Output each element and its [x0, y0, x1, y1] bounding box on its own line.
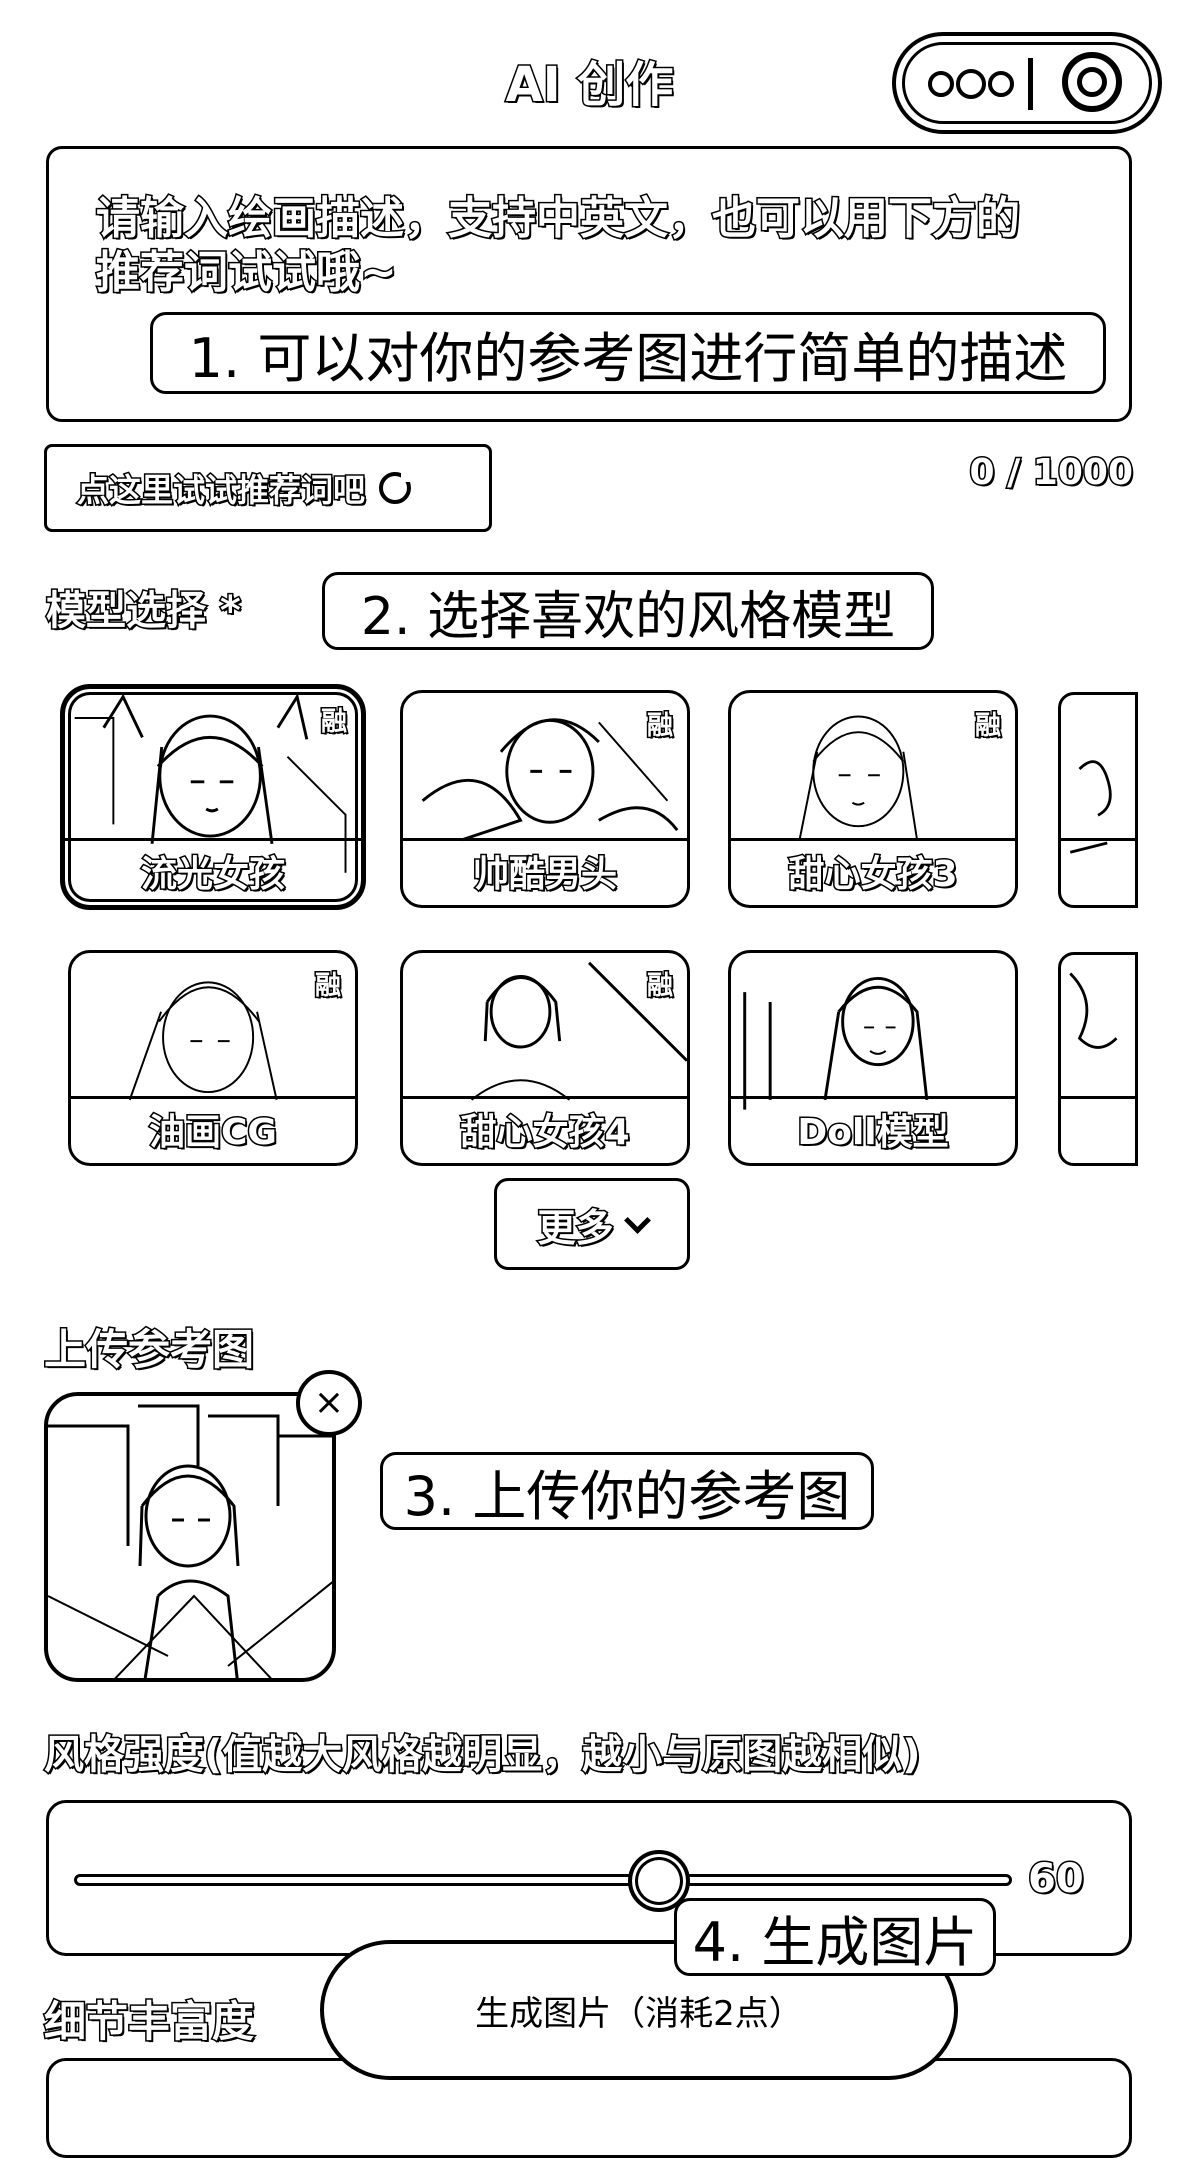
card-divider: [71, 1096, 355, 1099]
model-thumbnail: [1069, 972, 1118, 1049]
model-section-label: 模型选择 *: [45, 587, 243, 636]
card-divider: [731, 1096, 1015, 1099]
upload-section-label: 上传参考图: [42, 1324, 255, 1376]
detail-label: 细节丰富度: [42, 1996, 255, 2048]
model-card[interactable]: [1058, 952, 1138, 1166]
chevron-down-icon: [623, 1206, 651, 1234]
strength-label: 风格强度(值越大风格越明显，越小与原图越相似): [43, 1731, 923, 1780]
model-name: 甜心女孩4: [459, 1111, 631, 1155]
capsule-divider: [1028, 58, 1033, 110]
strength-value: 60: [1027, 1855, 1086, 1904]
fusion-badge: 融: [645, 710, 674, 743]
model-thumbnail: [1069, 760, 1112, 854]
more-models-label: 更多: [536, 1204, 615, 1251]
card-divider: [731, 838, 1015, 841]
target-icon[interactable]: [1062, 52, 1122, 112]
fusion-badge: 融: [319, 706, 348, 739]
model-card[interactable]: 融 流光女孩: [60, 684, 366, 910]
refresh-icon: [379, 472, 412, 504]
reference-image-art: [48, 1404, 332, 1678]
close-icon[interactable]: ×: [296, 1370, 362, 1436]
reference-image[interactable]: [44, 1392, 336, 1682]
model-card[interactable]: 融 帅酷男头: [400, 690, 690, 908]
fusion-badge: 融: [645, 970, 674, 1003]
mini-program-capsule: [892, 32, 1162, 134]
callout-step-3: 3. 上传你的参考图: [380, 1452, 874, 1530]
recommend-words-button[interactable]: 点这里试试推荐词吧: [44, 444, 492, 532]
strength-slider-track[interactable]: [74, 1874, 1012, 1886]
more-models-button[interactable]: 更多: [494, 1178, 690, 1270]
model-card[interactable]: 融 油画CG: [68, 950, 358, 1166]
generate-button-label: 生成图片（消耗2点）: [475, 1993, 803, 2034]
prompt-placeholder: 请输入绘画描述，支持中英文，也可以用下方的推荐词试试哦~: [95, 192, 1022, 300]
more-dots-icon[interactable]: [926, 62, 1016, 106]
model-name: Doll模型: [796, 1111, 950, 1155]
card-divider: [1061, 838, 1135, 841]
model-name: 流光女孩: [139, 853, 286, 897]
card-divider: [403, 838, 687, 841]
char-counter: 0 / 1000: [968, 451, 1134, 495]
card-divider: [65, 838, 361, 841]
callout-step-4: 4. 生成图片: [674, 1898, 996, 1976]
model-name: 油画CG: [148, 1111, 279, 1155]
model-card[interactable]: 融 甜心女孩3: [728, 690, 1018, 908]
card-divider: [403, 1096, 687, 1099]
model-card[interactable]: 融 甜心女孩4: [400, 950, 690, 1166]
callout-step-1: 1. 可以对你的参考图进行简单的描述: [150, 312, 1106, 394]
fusion-badge: 融: [973, 710, 1002, 743]
model-name: 甜心女孩3: [787, 853, 959, 897]
fusion-badge: 融: [313, 970, 342, 1003]
recommend-words-label: 点这里试试推荐词吧: [75, 470, 366, 511]
model-card[interactable]: [1058, 692, 1138, 908]
callout-step-2: 2. 选择喜欢的风格模型: [322, 572, 934, 650]
model-card[interactable]: Doll模型: [728, 950, 1018, 1166]
model-name: 帅酷男头: [471, 853, 618, 897]
card-divider: [1061, 1096, 1135, 1099]
